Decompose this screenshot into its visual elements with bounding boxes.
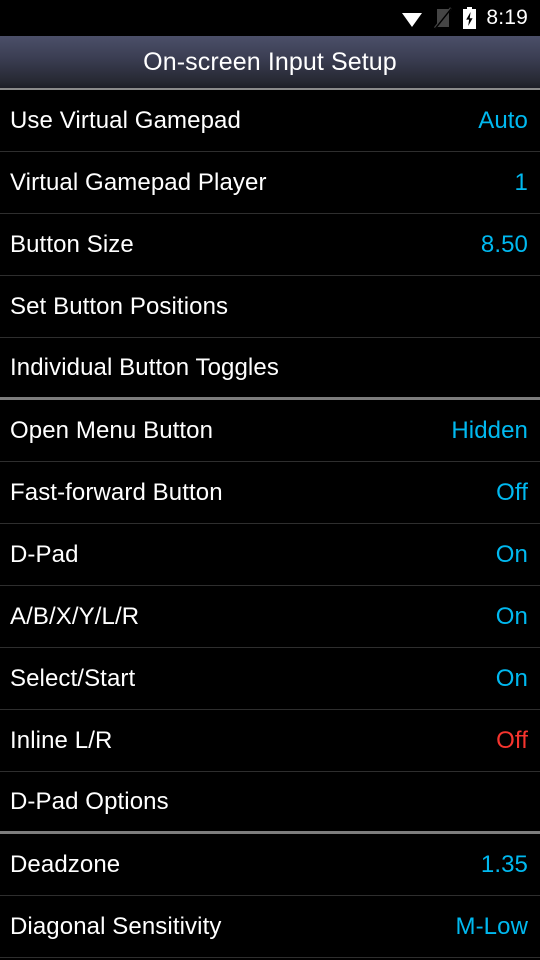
setting-value: Auto <box>478 106 528 134</box>
setting-label: Open Menu Button <box>10 416 214 444</box>
setting-label: Button Size <box>10 230 134 258</box>
setting-label: Diagonal Sensitivity <box>10 912 222 940</box>
setting-value: Off <box>496 726 528 754</box>
setting-label: Virtual Gamepad Player <box>10 168 267 196</box>
setting-row-button-size[interactable]: Button Size 8.50 <box>0 214 540 276</box>
setting-value: M-Low <box>455 912 528 940</box>
setting-row-set-button-positions[interactable]: Set Button Positions <box>0 276 540 338</box>
no-sim-icon <box>433 7 453 29</box>
setting-label: D-Pad <box>10 540 79 568</box>
setting-row-select-start[interactable]: Select/Start On <box>0 648 540 710</box>
page-title: On-screen Input Setup <box>143 47 397 76</box>
setting-row-open-menu-button[interactable]: Open Menu Button Hidden <box>0 400 540 462</box>
setting-row-deadzone[interactable]: Deadzone 1.35 <box>0 834 540 896</box>
status-bar-icons <box>400 6 477 30</box>
setting-value: On <box>495 602 528 630</box>
setting-label: D-Pad Options <box>10 787 169 815</box>
setting-label: Deadzone <box>10 850 121 878</box>
settings-list[interactable]: Use Virtual Gamepad Auto Virtual Gamepad P… <box>0 90 540 958</box>
setting-row-a-b-x-y-l-r[interactable]: A/B/X/Y/L/R On <box>0 586 540 648</box>
setting-label: A/B/X/Y/L/R <box>10 602 140 630</box>
setting-value: Hidden <box>451 416 528 444</box>
setting-row-individual-button-toggles[interactable]: Individual Button Toggles <box>0 338 540 400</box>
setting-label: Use Virtual Gamepad <box>10 106 241 134</box>
setting-value: Off <box>496 478 528 506</box>
wifi-icon <box>400 8 424 28</box>
setting-row-inline-l-r[interactable]: Inline L/R Off <box>0 710 540 772</box>
setting-value: 1.35 <box>480 850 528 878</box>
setting-row-d-pad[interactable]: D-Pad On <box>0 524 540 586</box>
setting-value: On <box>495 664 528 692</box>
setting-row-diagonal-sensitivity[interactable]: Diagonal Sensitivity M-Low <box>0 896 540 958</box>
setting-row-use-virtual-gamepad[interactable]: Use Virtual Gamepad Auto <box>0 90 540 152</box>
title-bar: On-screen Input Setup <box>0 36 540 90</box>
status-bar: 8:19 <box>0 0 540 36</box>
setting-value: 8.50 <box>480 230 528 258</box>
setting-label: Fast-forward Button <box>10 478 223 506</box>
setting-label: Inline L/R <box>10 726 113 754</box>
setting-label: Select/Start <box>10 664 136 692</box>
setting-label: Set Button Positions <box>10 292 229 320</box>
setting-row-virtual-gamepad-player[interactable]: Virtual Gamepad Player 1 <box>0 152 540 214</box>
setting-row-fast-forward-button[interactable]: Fast-forward Button Off <box>0 462 540 524</box>
battery-charging-icon <box>462 6 477 30</box>
setting-label: Individual Button Toggles <box>10 353 279 381</box>
setting-value: 1 <box>514 168 528 196</box>
setting-row-d-pad-options[interactable]: D-Pad Options <box>0 772 540 834</box>
setting-value: On <box>495 540 528 568</box>
status-bar-clock: 8:19 <box>486 6 528 29</box>
